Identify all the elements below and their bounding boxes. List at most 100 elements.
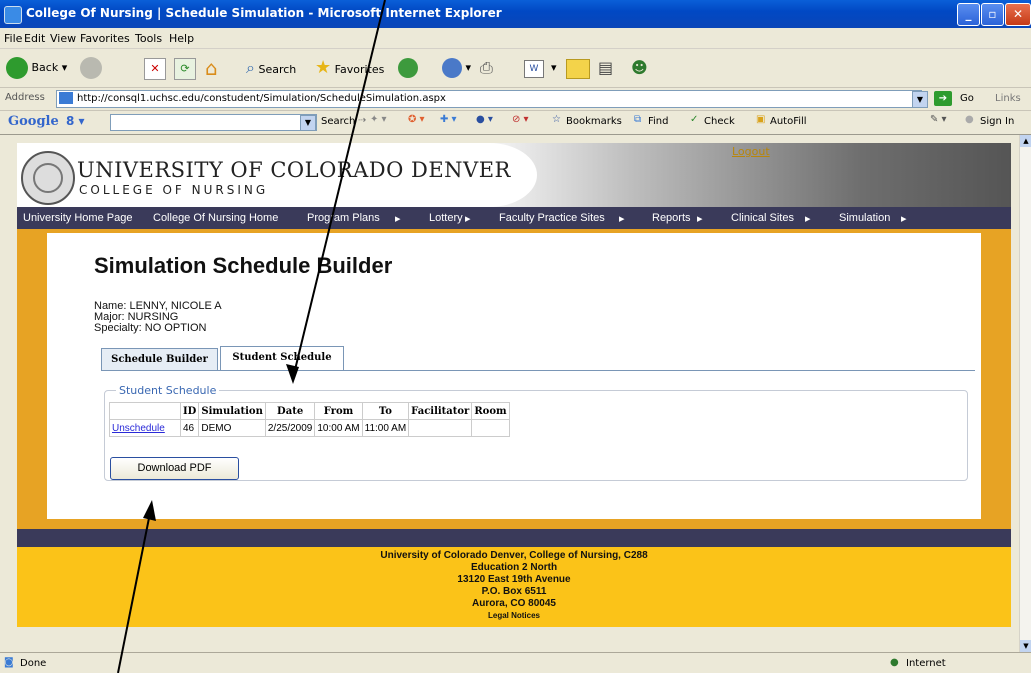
menu-favorites[interactable]: Favorites — [80, 32, 130, 45]
history-icon[interactable] — [398, 55, 418, 81]
bookmarks-star-icon: ☆ — [552, 114, 561, 125]
col-from: From — [314, 402, 363, 420]
nav-faculty-practice-sites[interactable]: Faculty Practice Sites — [499, 212, 605, 224]
address-input[interactable]: http://consql1.uchsc.edu/constudent/Simu… — [56, 90, 922, 108]
nav-lottery[interactable]: Lottery — [429, 212, 463, 224]
download-pdf-button[interactable]: Download PDF — [110, 457, 239, 480]
site-header: UNIVERSITY OF COLORADO DENVER COLLEGE OF… — [17, 143, 1011, 207]
status-bar: ◙ Done ● Internet — [0, 652, 1031, 673]
scroll-up-icon[interactable]: ▲ — [1020, 135, 1031, 147]
popup-blocker-icon[interactable]: ⊘ ▾ — [512, 114, 529, 125]
nav-clinical-sites[interactable]: Clinical Sites — [731, 212, 794, 224]
site-footer: University of Colorado Denver, College o… — [17, 547, 1011, 627]
forward-button[interactable] — [80, 55, 102, 81]
cell-action: Unschedule — [109, 419, 181, 437]
google-search-arrow-icon: ⇢ — [358, 115, 367, 126]
google-options-icon[interactable]: 8 ▾ — [66, 114, 85, 128]
edit-dropdown-icon[interactable]: ▾ — [551, 55, 557, 81]
menu-file[interactable]: File — [4, 32, 22, 45]
stop-icon[interactable]: ✕ — [144, 58, 166, 80]
nav-simulation[interactable]: Simulation — [839, 212, 890, 224]
menu-edit[interactable]: Edit — [24, 32, 45, 45]
scroll-down-icon[interactable]: ▼ — [1020, 640, 1031, 652]
footer-address-line5: Aurora, CO 80045 — [472, 598, 556, 609]
page-icon — [59, 92, 73, 104]
home-icon[interactable]: ⌂ — [205, 55, 218, 81]
tab-divider — [101, 370, 975, 371]
unschedule-link[interactable]: Unschedule — [112, 423, 165, 434]
minimize-button[interactable]: _ — [957, 3, 980, 26]
col-simulation: Simulation — [198, 402, 266, 420]
folder-icon[interactable] — [566, 59, 590, 79]
address-url: http://consql1.uchsc.edu/constudent/Simu… — [77, 93, 446, 104]
nav-university-home[interactable]: University Home Page — [23, 212, 132, 224]
search-icon: ⌕ — [246, 58, 255, 77]
signin-button[interactable]: Sign In — [980, 116, 1014, 127]
find-button[interactable]: Find — [648, 116, 669, 127]
cell-date: 2/25/2009 — [264, 419, 316, 437]
nav-program-plans[interactable]: Program Plans — [307, 212, 380, 224]
search-button[interactable]: ⌕ Search — [246, 55, 296, 81]
tab-schedule-builder[interactable]: Schedule Builder — [101, 348, 218, 370]
main-nav: University Home Page College Of Nursing … — [17, 207, 1011, 229]
tab-student-schedule[interactable]: Student Schedule — [220, 346, 344, 371]
table-header-row: ID Simulation Date From To Facilitator R… — [109, 402, 510, 420]
dell-icon[interactable]: ● ▾ — [476, 114, 493, 125]
status-text: Done — [20, 658, 47, 669]
ie-icon — [4, 6, 22, 24]
logout-link[interactable]: Logout — [732, 145, 770, 158]
google-search-button[interactable]: Search — [321, 116, 355, 127]
menu-bar: File Edit View Favorites Tools Help — [0, 28, 1031, 49]
menu-view[interactable]: View — [50, 32, 76, 45]
search-label: Search — [258, 63, 297, 76]
back-button[interactable]: Back ▾ — [6, 55, 67, 81]
nav-college-home[interactable]: College Of Nursing Home — [153, 212, 305, 224]
research-icon[interactable]: ▤ — [598, 55, 613, 81]
google-search-input[interactable] — [110, 114, 317, 131]
autofill-icon: ▣ — [756, 114, 766, 125]
col-date: Date — [264, 402, 316, 420]
window-title: College Of Nursing | Schedule Simulation… — [26, 6, 502, 20]
title-bar: College Of Nursing | Schedule Simulation… — [0, 0, 1031, 28]
favorites-button[interactable]: ★ Favorites — [315, 55, 384, 81]
go-arrow-icon[interactable]: ➔ — [934, 91, 952, 106]
schedule-table: ID Simulation Date From To Facilitator R… — [109, 402, 510, 437]
plus-icon[interactable]: ✚ ▾ — [440, 114, 457, 125]
menu-help[interactable]: Help — [169, 32, 194, 45]
vertical-scrollbar[interactable]: ▲ ▼ — [1019, 135, 1031, 652]
content-frame: Simulation Schedule Builder Name: LENNY,… — [17, 229, 1011, 529]
blog-icon[interactable]: ✪ ▾ — [408, 114, 425, 125]
google-logo: Google — [8, 114, 59, 129]
footer-address-line1: University of Colorado Denver, College o… — [380, 550, 648, 561]
print-icon[interactable]: ⎙ — [480, 55, 493, 81]
autofill-button[interactable]: AutoFill — [770, 116, 807, 127]
maximize-button[interactable]: ▫ — [981, 3, 1004, 26]
messenger-icon[interactable]: ☻ — [631, 55, 648, 81]
status-zone: Internet — [906, 658, 946, 669]
nav-reports[interactable]: Reports — [652, 212, 691, 224]
legal-notices-link[interactable]: Legal Notices — [17, 610, 1011, 622]
links-button[interactable]: Links — [995, 93, 1021, 104]
menu-tools[interactable]: Tools — [135, 32, 162, 45]
address-dropdown-icon[interactable]: ▼ — [912, 91, 928, 108]
address-bar: Address http://consql1.uchsc.edu/constud… — [0, 88, 1031, 111]
university-name: UNIVERSITY OF COLORADO DENVER — [77, 158, 511, 182]
go-button[interactable]: Go — [960, 93, 974, 104]
nav-simulation-arrow-icon: ▸ — [901, 213, 907, 225]
pagerank-icon[interactable]: ✦ ▾ — [370, 114, 387, 125]
signin-icon: ● — [965, 114, 974, 125]
edit-word-icon[interactable]: W — [524, 60, 544, 78]
page-viewport: UNIVERSITY OF COLORADO DENVER COLLEGE OF… — [3, 135, 1019, 652]
refresh-icon[interactable]: ⟳ — [174, 58, 196, 80]
close-button[interactable]: ✕ — [1005, 3, 1031, 26]
cell-room — [471, 419, 510, 437]
check-button[interactable]: Check — [704, 116, 735, 127]
settings-wrench-icon[interactable]: ✎ ▾ — [930, 114, 947, 125]
google-dropdown-icon[interactable]: ▼ — [300, 115, 316, 131]
address-label: Address — [5, 92, 45, 103]
college-name: COLLEGE OF NURSING — [79, 183, 269, 197]
footer-address-line4: P.O. Box 6511 — [481, 586, 547, 597]
mail-icon[interactable]: ▾ — [442, 55, 471, 81]
col-id: ID — [179, 402, 200, 420]
bookmarks-button[interactable]: Bookmarks — [566, 116, 622, 127]
